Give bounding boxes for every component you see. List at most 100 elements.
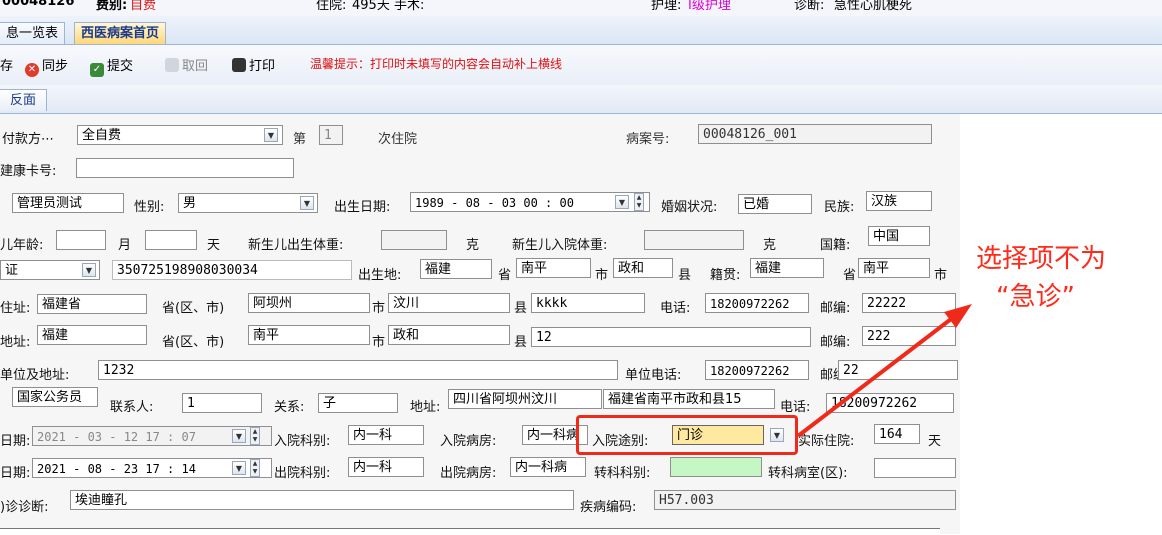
sync-button[interactable]: ✕ 同步: [25, 55, 68, 77]
occupation-field[interactable]: 国家公务员: [12, 387, 98, 407]
spinner-icon[interactable]: ▲ ▼: [634, 193, 644, 211]
withdraw-button[interactable]: 取回: [165, 55, 208, 74]
sub-tab-bar: 反面: [0, 85, 1162, 114]
case-no-label: 病案号:: [626, 132, 670, 147]
patient-id: 00048126: [2, 0, 75, 9]
ethnic-field[interactable]: 汉族: [866, 191, 932, 211]
chevron-down-icon[interactable]: ▼: [300, 196, 314, 210]
household-county-field[interactable]: 政和: [388, 325, 510, 345]
transfer-room-field[interactable]: [874, 458, 956, 478]
work-address-label: 单位及地址:: [0, 368, 70, 383]
fee-type-value: 自费: [130, 0, 157, 13]
household-city-field[interactable]: 南平: [248, 325, 370, 345]
phone-field[interactable]: 18200972262: [705, 293, 809, 313]
annotation-text-line1: 选择项不为: [976, 244, 1107, 274]
chevron-down-icon[interactable]: ▼: [232, 461, 246, 475]
current-address-city-unit: 市: [372, 301, 386, 316]
infant-month-field[interactable]: [145, 230, 197, 250]
work-phone-field[interactable]: 18200972262: [705, 360, 809, 380]
current-zip-label: 邮编:: [820, 301, 851, 316]
outpatient-diagnosis-label: )诊诊断:: [0, 500, 49, 515]
actual-stay-label: 实际住院:: [798, 434, 855, 449]
marital-field[interactable]: 已婚: [738, 194, 812, 214]
current-zip-field[interactable]: 22222: [862, 293, 956, 313]
module-tab-bar: 息一览表 西医病案首页: [0, 16, 1162, 45]
transfer-dept-field[interactable]: [670, 457, 762, 477]
relation-field[interactable]: 子: [318, 393, 398, 413]
household-detail-field[interactable]: 12: [531, 327, 811, 347]
submit-label: 提交: [107, 59, 134, 74]
birthplace-province-field[interactable]: 福建: [420, 259, 492, 279]
household-zip-field[interactable]: 222: [862, 326, 956, 346]
discharge-ward-field[interactable]: 内一科病: [510, 457, 586, 477]
household-province-field[interactable]: 福建: [37, 325, 147, 345]
contact-address-detail-field[interactable]: 福建省南平市政和县15: [603, 389, 775, 409]
health-card-label: 建康卡号:: [0, 164, 57, 179]
stay-value: 495天 手术:: [352, 0, 425, 13]
chevron-down-icon[interactable]: ▼: [232, 429, 246, 443]
nationality-field[interactable]: 中国: [868, 226, 930, 246]
admission-no-suffix: 次住院: [378, 132, 418, 147]
current-address-province-unit: 省(区、市): [162, 301, 225, 316]
chevron-down-icon[interactable]: ▼: [264, 128, 278, 142]
fee-type-label: 费别:: [96, 0, 128, 13]
chevron-down-icon[interactable]: ▼: [615, 195, 629, 209]
newborn-admit-weight-field[interactable]: [644, 230, 744, 250]
tab-back-page[interactable]: 反面: [0, 89, 48, 111]
sync-icon: ✕: [25, 63, 39, 77]
submit-button[interactable]: ✓ 提交: [90, 55, 133, 77]
current-address-city-field[interactable]: 阿坝州: [248, 293, 370, 313]
birthplace-city-unit: 市: [595, 268, 609, 283]
contact-address-field[interactable]: 四川省阿坝州汶川: [448, 389, 602, 409]
nursing-label: 护理:: [651, 0, 682, 13]
birthplace-city-field[interactable]: 南平: [516, 258, 591, 278]
print-button[interactable]: 打印: [232, 55, 275, 74]
save-button[interactable]: 存: [0, 55, 13, 74]
infant-day-label: 天: [207, 238, 221, 253]
stay-label: 住院:: [316, 0, 347, 13]
patient-header-bar: 00048126 费别: 自费 住院: 495天 手术: 护理: I级护理 诊断…: [0, 0, 1162, 16]
payment-label: 付款方⋯: [2, 132, 55, 147]
spinner-icon[interactable]: ▲ ▼: [250, 459, 260, 477]
withdraw-icon: [165, 58, 179, 72]
highlight-box: [576, 415, 798, 455]
chevron-down-icon[interactable]: ▼: [82, 263, 96, 277]
actual-stay-field[interactable]: 164: [874, 424, 920, 444]
tab-western-medical-record[interactable]: 西医病案首页: [74, 22, 167, 44]
admission-dept-field[interactable]: 内一科: [348, 425, 424, 445]
health-card-field[interactable]: [76, 158, 294, 178]
gender-label: 性别:: [134, 200, 165, 215]
phone-label: 电话:: [660, 301, 691, 316]
id-number-field[interactable]: 350725198908030034: [112, 260, 352, 280]
birth-date-picker[interactable]: 1989 - 08 - 03 00 : 00: [410, 192, 650, 212]
current-address-province-field[interactable]: 福建省: [37, 294, 147, 314]
discharge-dept-field[interactable]: 内一科: [348, 457, 424, 477]
household-province-unit: 省(区、市): [162, 335, 225, 350]
tab-patient-list[interactable]: 息一览表: [0, 22, 66, 44]
native-city-field[interactable]: 南平: [858, 258, 930, 278]
newborn-birth-weight-field[interactable]: [381, 230, 447, 250]
newborn-birth-weight-unit: 克: [466, 238, 480, 253]
contact-field[interactable]: 1: [182, 393, 262, 413]
current-address-detail-field[interactable]: kkkk: [531, 293, 645, 313]
spinner-icon[interactable]: ▲ ▼: [250, 427, 260, 445]
discharge-dept-label: 出院科别:: [274, 466, 331, 481]
payment-select[interactable]: 全自费: [77, 125, 283, 145]
admission-no-field[interactable]: 1: [319, 125, 343, 145]
native-province-field[interactable]: 福建: [750, 258, 824, 278]
patient-name-field[interactable]: 管理员测试: [12, 193, 124, 213]
contact-phone-field[interactable]: 18200972262: [826, 393, 954, 413]
outpatient-diagnosis-field[interactable]: 埃迪瞳孔: [70, 490, 574, 510]
current-address-county-field[interactable]: 汶川: [388, 293, 510, 313]
infant-age-field[interactable]: [56, 230, 106, 250]
gender-select[interactable]: 男: [178, 193, 318, 213]
disease-code-field[interactable]: H57.003: [654, 490, 956, 510]
work-address-field[interactable]: 1232: [98, 360, 618, 380]
contact-address-label: 地址:: [410, 400, 441, 415]
work-zip-field[interactable]: 22: [838, 360, 958, 380]
birthplace-county-field[interactable]: 政和: [613, 258, 673, 278]
actual-stay-unit: 天: [928, 434, 942, 449]
marital-label: 婚姻状况:: [661, 200, 718, 215]
case-no-field[interactable]: 00048126_001: [698, 124, 932, 144]
infant-age-label: 儿年龄:: [0, 238, 44, 253]
